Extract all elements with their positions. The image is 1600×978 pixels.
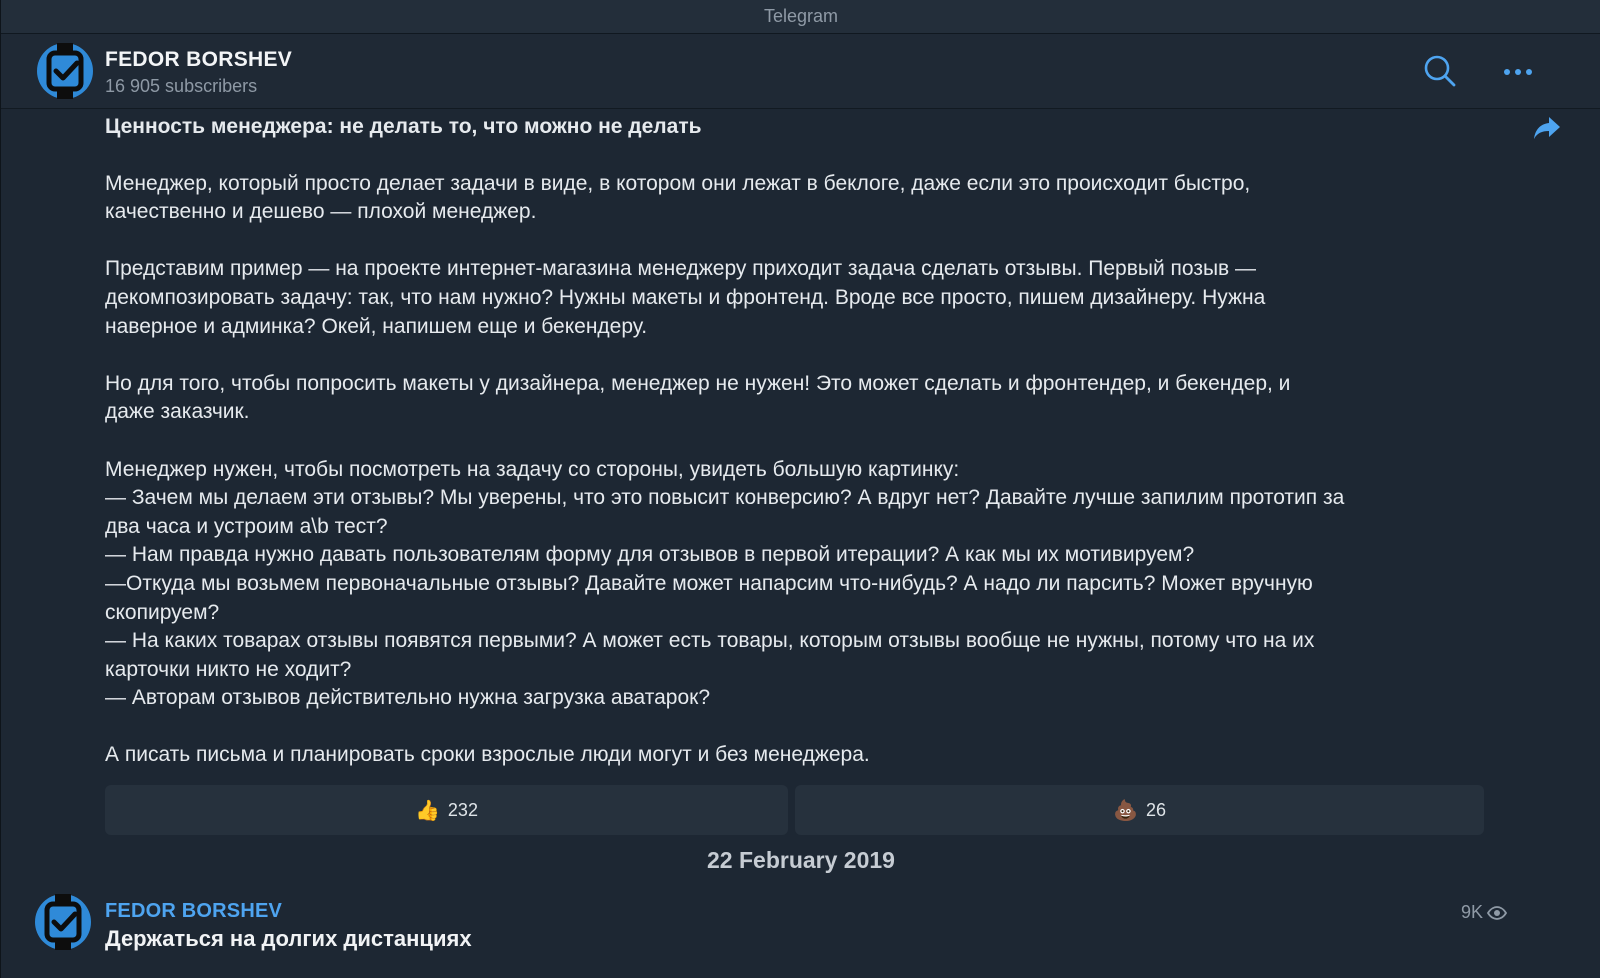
post-author[interactable]: FEDOR BORSHEV — [105, 900, 282, 923]
date-separator: 22 February 2019 — [707, 847, 895, 873]
reaction-count: 26 — [1145, 799, 1166, 820]
more-dots-icon[interactable] — [1503, 64, 1533, 82]
post-title: Держаться на долгих дистанциях — [105, 926, 472, 951]
channel-name[interactable]: FEDOR BORSHEV — [105, 48, 292, 72]
view-count: 9K — [1461, 902, 1484, 922]
channel-header: FEDOR BORSHEV 16 905 subscribers — [1, 34, 1600, 109]
thumbs-up-icon: 👍 — [415, 799, 440, 822]
view-counter: 9K — [1461, 902, 1508, 923]
reaction-count: 232 — [447, 799, 478, 820]
message-paragraph: А писать письма и планировать сроки взро… — [105, 743, 870, 767]
message-paragraph: Представим пример — на проекте интернет-… — [105, 257, 1266, 338]
subscriber-count: 16 905 subscribers — [105, 76, 258, 96]
poop-icon: 💩 — [1113, 799, 1138, 822]
channel-avatar[interactable] — [35, 894, 91, 950]
share-arrow-icon[interactable] — [1533, 115, 1561, 146]
message-paragraph: Но для того, чтобы попросить макеты у ди… — [105, 371, 1291, 424]
message-body: Ценность менеджера: не делать то, что мо… — [105, 109, 1485, 799]
watch-check-icon — [46, 43, 84, 99]
search-icon[interactable] — [1423, 54, 1457, 93]
eye-icon — [1487, 905, 1508, 920]
reaction-bar: 👍 232 💩 26 — [105, 785, 1484, 835]
telegram-window: Telegram FEDOR BORSHEV 16 905 subscriber… — [0, 0, 1600, 978]
reaction-thumbs-up-button[interactable]: 👍 232 — [105, 785, 788, 835]
message-feed[interactable]: Ценность менеджера: не делать то, что мо… — [1, 109, 1600, 978]
channel-avatar[interactable] — [37, 43, 93, 99]
watch-check-icon — [44, 894, 82, 950]
window-title: Telegram — [1, 0, 1600, 34]
next-post-preview[interactable]: FEDOR BORSHEV Держаться на долгих дистан… — [1, 894, 1600, 978]
message-title: Ценность менеджера: не делать то, что мо… — [105, 115, 702, 138]
message-paragraph: Менеджер, который просто делает задачи в… — [105, 171, 1251, 224]
message-paragraph: Менеджер нужен, чтобы посмотреть на зада… — [105, 457, 1345, 710]
reaction-poop-button[interactable]: 💩 26 — [795, 785, 1484, 835]
